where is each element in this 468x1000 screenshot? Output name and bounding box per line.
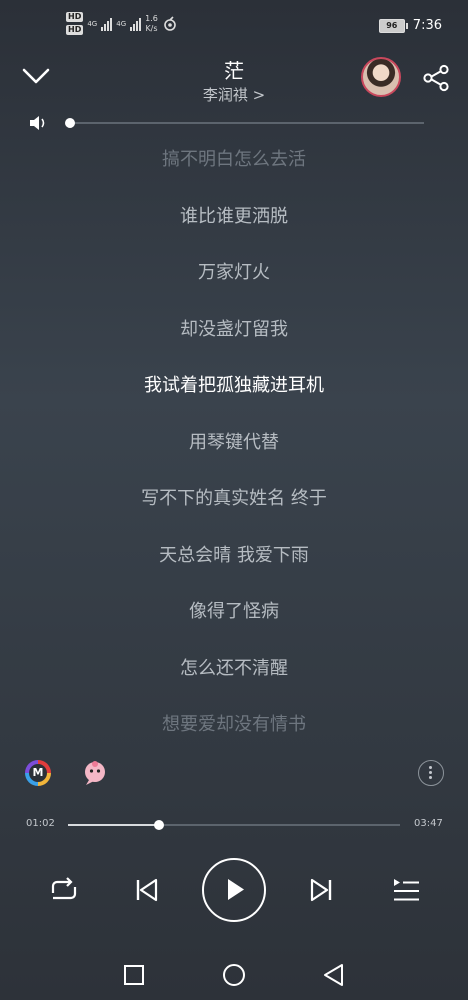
- netease-notify-icon: [164, 15, 176, 31]
- volume-slider-track[interactable]: [70, 122, 424, 124]
- network-speed: 1.6 K/s: [145, 14, 158, 34]
- more-dot-2: [429, 771, 432, 774]
- lyric-line[interactable]: 天总会晴 我爱下雨: [0, 541, 468, 567]
- lyric-line[interactable]: 谁比谁更洒脱: [0, 202, 468, 228]
- lyric-line[interactable]: 万家灯火: [0, 258, 468, 284]
- play-button[interactable]: [202, 858, 266, 922]
- status-right: 96 7:36: [378, 18, 442, 33]
- share-icon[interactable]: [422, 64, 450, 92]
- square-icon[interactable]: [121, 962, 147, 988]
- sing-along-icon[interactable]: [80, 758, 110, 788]
- music-source-badge[interactable]: M: [25, 760, 51, 786]
- lyric-line[interactable]: 用琴键代替: [0, 428, 468, 454]
- elapsed-time: 01:02: [26, 818, 55, 829]
- progress-fill: [68, 824, 159, 826]
- lyric-line[interactable]: 想要爱却没有情书: [0, 710, 468, 736]
- previous-icon[interactable]: [128, 872, 164, 908]
- network-type-1: 4G: [87, 19, 98, 28]
- signal-bars-2-icon: [130, 17, 142, 31]
- total-time: 03:47: [414, 818, 443, 829]
- battery-indicator: 96: [378, 18, 408, 33]
- progress-knob[interactable]: [153, 820, 164, 830]
- hd-indicators: HD HD: [66, 12, 84, 35]
- lyric-line[interactable]: 却没盏灯留我: [0, 315, 468, 341]
- clock: 7:36: [412, 18, 442, 33]
- lyric-line[interactable]: 像得了怪病: [0, 597, 468, 623]
- next-icon[interactable]: [304, 872, 340, 908]
- lyric-line-current[interactable]: 我试着把孤独藏进耳机: [0, 371, 468, 397]
- status-left: HD HD 4G 4G 1.6 K/s: [66, 12, 178, 35]
- more-dot-3: [429, 776, 432, 779]
- more-dot-1: [429, 766, 432, 769]
- hd-badge-1: HD: [66, 12, 84, 22]
- music-source-letter: M: [29, 764, 47, 782]
- artist-avatar[interactable]: [361, 57, 401, 97]
- playlist-icon[interactable]: [388, 872, 424, 908]
- more-options-button[interactable]: [418, 760, 444, 786]
- status-bar: HD HD 4G 4G 1.6 K/s 96 7:36: [0, 0, 468, 50]
- volume-icon[interactable]: [28, 114, 48, 132]
- volume-slider-knob[interactable]: [65, 118, 75, 128]
- network-speed-value: 1.6: [145, 13, 158, 23]
- network-speed-unit: K/s: [145, 23, 158, 33]
- play-icon: [228, 879, 244, 900]
- circle-icon[interactable]: [221, 962, 247, 988]
- lyric-line[interactable]: 怎么还不清醒: [0, 654, 468, 680]
- lyric-line[interactable]: 搞不明白怎么去活: [0, 145, 468, 171]
- hd-badge-2: HD: [66, 25, 84, 35]
- triangle-back-icon[interactable]: [321, 962, 347, 988]
- repeat-icon[interactable]: [44, 872, 80, 908]
- lyric-line[interactable]: 写不下的真实姓名 终于: [0, 484, 468, 510]
- signal-bars-1-icon: [101, 17, 113, 31]
- network-type-2: 4G: [116, 19, 127, 28]
